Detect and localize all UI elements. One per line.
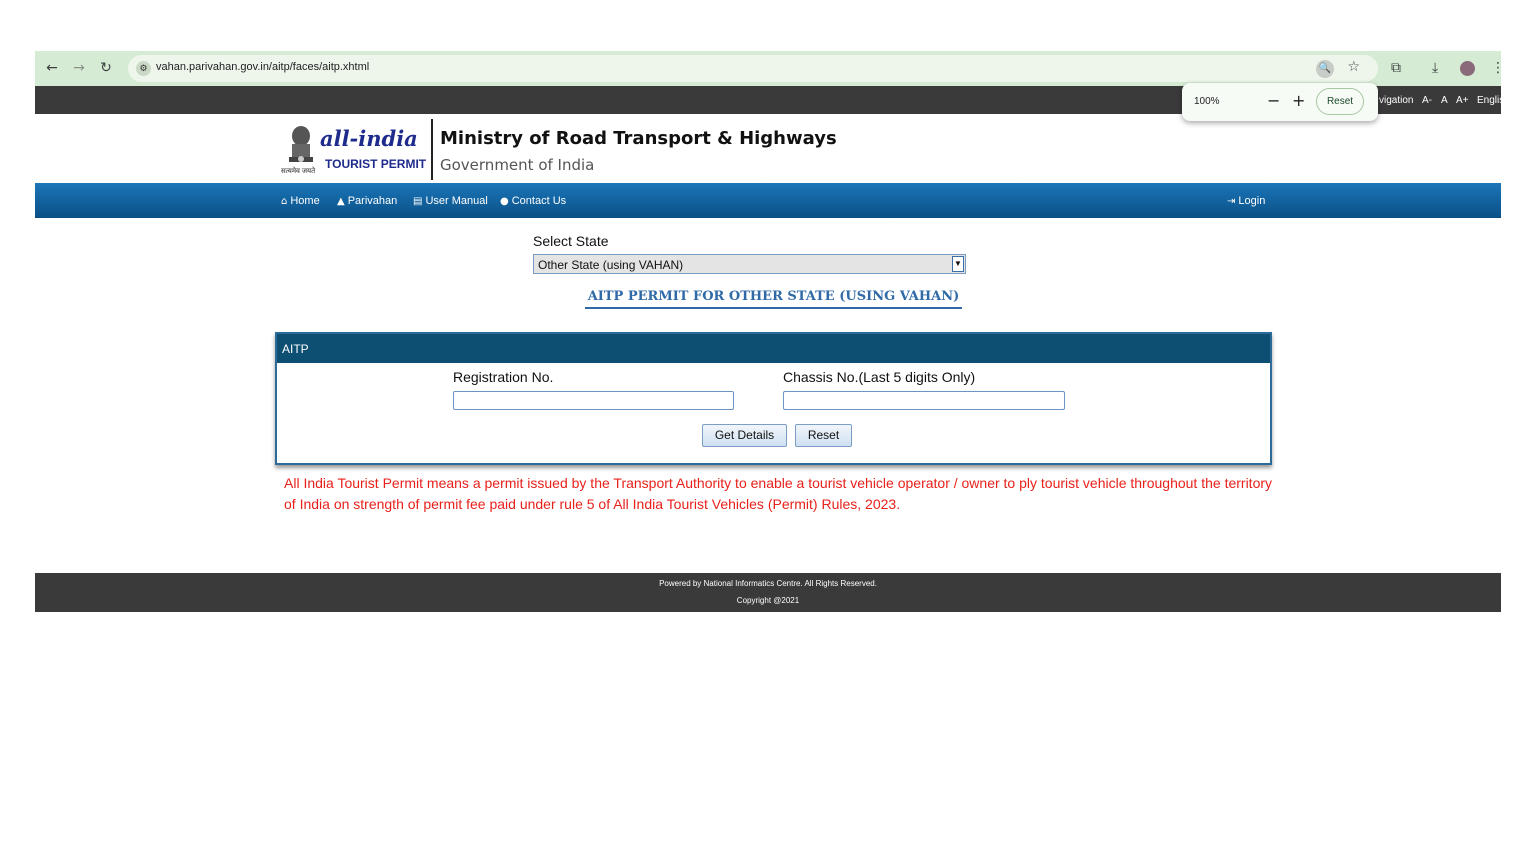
footer-powered-by: Powered by National Informatics Centre. … <box>659 579 877 588</box>
state-dropdown[interactable]: Other State (using VAHAN) ▼ <box>533 254 966 274</box>
profile-avatar[interactable] <box>1460 61 1475 76</box>
bookmark-star-icon[interactable]: ☆ <box>1347 59 1360 75</box>
registration-input[interactable] <box>453 391 734 410</box>
skip-navigation-link[interactable]: vigation <box>1379 95 1413 106</box>
zoom-out-button[interactable]: − <box>1267 91 1280 110</box>
permit-heading: AITP PERMIT FOR OTHER STATE (USING VAHAN… <box>585 289 962 309</box>
forward-icon[interactable]: → <box>71 60 87 76</box>
get-details-button[interactable]: Get Details <box>702 424 787 447</box>
main-nav: ⌂ Home ▲ Parivahan ▤ User Manual ● Contact U… <box>35 183 1501 218</box>
zoom-icon[interactable]: 🔍 <box>1316 60 1334 78</box>
download-icon[interactable]: ⤓ <box>1432 60 1438 76</box>
zoom-reset-button[interactable]: Reset <box>1316 88 1364 115</box>
site-footer: Powered by National Informatics Centre. … <box>35 573 1501 612</box>
url-text[interactable]: vahan.parivahan.gov.in/aitp/faces/aitp.x… <box>156 61 369 73</box>
document-icon: ▤ <box>413 196 423 207</box>
zoom-popup: 100% − + Reset <box>1182 83 1378 121</box>
chassis-label: Chassis No.(Last 5 digits Only) <box>783 369 976 385</box>
browser-window: ← → ↻ ⚙ vahan.parivahan.gov.in/aitp/face… <box>35 51 1505 612</box>
zoom-level: 100% <box>1194 96 1220 107</box>
menu-icon[interactable]: ⋮ <box>1491 60 1505 76</box>
home-icon: ⌂ <box>281 196 288 207</box>
location-pin-icon: ● <box>500 196 509 207</box>
state-selected-value: Other State (using VAHAN) <box>538 258 684 272</box>
chevron-down-icon[interactable]: ▼ <box>952 256 964 272</box>
extensions-icon[interactable]: ⧉ <box>1391 60 1401 76</box>
font-increase-button[interactable]: A+ <box>1456 95 1469 106</box>
aitp-info-text: All India Tourist Permit means a permit … <box>284 475 1273 512</box>
language-selector[interactable]: Englis <box>1477 95 1504 106</box>
emblem-motto: सत्यमेव जयते <box>281 168 316 175</box>
footer-copyright: Copyright @2021 <box>736 596 800 605</box>
font-normal-button[interactable]: A <box>1441 95 1448 106</box>
site-info-icon[interactable]: ⚙ <box>136 61 151 76</box>
font-decrease-button[interactable]: A- <box>1422 95 1432 106</box>
aitp-logo: all-india <box>320 126 418 151</box>
nav-contact-us[interactable]: ● Contact Us <box>500 195 566 207</box>
nav-home[interactable]: ⌂ Home <box>281 195 320 207</box>
panel-title: AITP <box>277 334 1270 363</box>
site-header: all-india TOURIST PERMIT सत्यमेव जयते Mi… <box>35 114 1501 183</box>
header-divider <box>431 119 433 180</box>
page-title: Ministry of Road Transport & Highways <box>440 128 837 149</box>
reload-icon[interactable]: ↻ <box>98 60 114 76</box>
select-state-label: Select State <box>533 233 609 249</box>
nav-parivahan[interactable]: ▲ Parivahan <box>337 195 397 207</box>
logo-subtitle: TOURIST PERMIT <box>325 157 427 171</box>
reset-button[interactable]: Reset <box>795 424 852 447</box>
address-bar[interactable]: ⚙ vahan.parivahan.gov.in/aitp/faces/aitp… <box>128 55 1378 82</box>
browser-toolbar: ← → ↻ ⚙ vahan.parivahan.gov.in/aitp/face… <box>35 51 1505 86</box>
car-icon: ▲ <box>337 196 345 207</box>
chassis-input[interactable] <box>783 391 1065 410</box>
nav-login[interactable]: ⇥ Login <box>1227 195 1265 207</box>
aitp-form-panel: AITP Registration No. Chassis No.(Last 5… <box>275 332 1272 465</box>
page-subtitle: Government of India <box>440 156 595 174</box>
nav-user-manual[interactable]: ▤ User Manual <box>413 195 488 207</box>
back-icon[interactable]: ← <box>44 60 60 76</box>
login-icon: ⇥ <box>1227 196 1236 207</box>
zoom-in-button[interactable]: + <box>1292 91 1305 110</box>
registration-label: Registration No. <box>453 369 554 385</box>
